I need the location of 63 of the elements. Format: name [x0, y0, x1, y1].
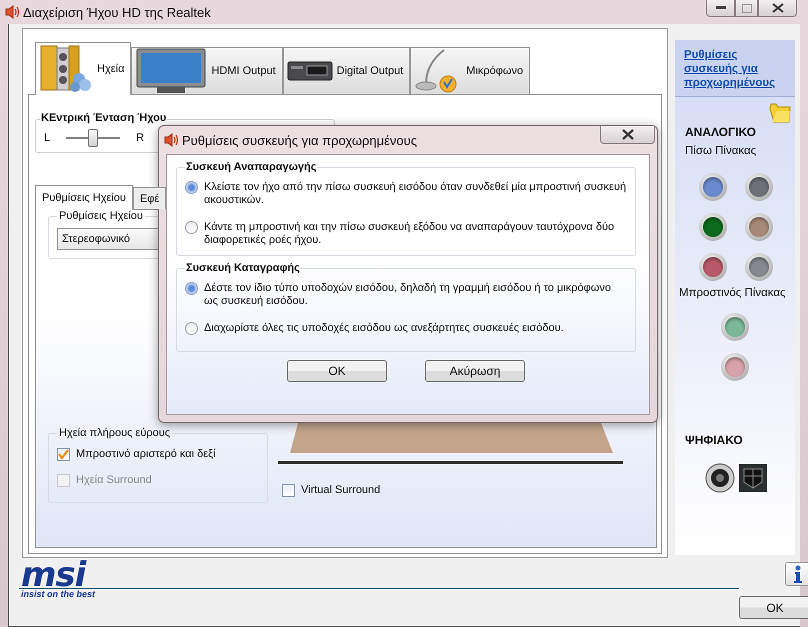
maximize-icon	[742, 4, 752, 12]
section-title: ΨΗΦΙΑΚΟ	[685, 433, 744, 447]
checkbox-label: Μπροστινό αριστερό και δεξί	[76, 448, 216, 460]
optical-port-icon[interactable]	[739, 464, 767, 492]
folder-icon[interactable]	[769, 103, 791, 123]
dialog-title: Ρυθμίσεις συσκευής για προχωρημένους	[182, 132, 418, 148]
radio-button[interactable]	[185, 221, 198, 234]
section-title: ΑΝΑΛΟΓΙΚΟ	[685, 125, 758, 139]
group-title: Συσκευή Καταγραφής	[185, 262, 301, 274]
audio-jack[interactable]	[745, 253, 773, 281]
speaker-icon	[163, 132, 179, 148]
close-button[interactable]	[758, 0, 797, 17]
audio-jack[interactable]	[721, 313, 749, 341]
speakers-icon	[39, 43, 93, 95]
dialog-button[interactable]: Ακύρωση	[425, 360, 525, 382]
option-label: Δέστε τον ίδιο τύπο υποδοχών εισόδου, δηλαδή τη γραμμή εισόδου ή το μικρόφωνο ως συσκευή εισόδου.	[204, 282, 612, 308]
group-title: Συσκευή Αναπαραγωγής	[185, 161, 318, 173]
left-label: L	[44, 132, 50, 144]
info-icon	[793, 565, 803, 583]
checkbox[interactable]	[57, 448, 70, 460]
section-label: Μπροστινός Πίνακας	[679, 287, 787, 299]
checkbox-label: Ηχεία Surround	[76, 474, 152, 486]
logo-tagline: insist on the best	[21, 589, 96, 599]
group-title: ΚΕντρική Ένταση Ήχου	[40, 112, 168, 124]
tab[interactable]: Μικρόφωνο	[410, 47, 530, 94]
minimize-button[interactable]	[706, 0, 735, 17]
ok-button[interactable]: OK	[739, 596, 808, 619]
audio-jack[interactable]	[699, 253, 727, 281]
tab[interactable]: HDMI Output	[131, 47, 283, 94]
dialog-button[interactable]: OK	[287, 360, 387, 382]
monitor-icon	[135, 47, 208, 95]
tab[interactable]: Digital Output	[282, 47, 410, 94]
audio-jack[interactable]	[699, 213, 727, 241]
coaxial-jack-icon[interactable]	[705, 463, 735, 493]
radio-button[interactable]	[185, 282, 198, 295]
group-title: Ρυθμίσεις Ηχείου	[58, 210, 144, 222]
window-title: Διαχείριση Ήχου HD της Realtek	[23, 4, 211, 20]
close-button[interactable]	[600, 126, 655, 144]
close-icon	[772, 3, 784, 13]
group-title: Ηχεία πλήρους εύρους	[58, 427, 172, 439]
radio-button[interactable]	[185, 322, 198, 335]
audio-jack[interactable]	[699, 173, 727, 201]
option-label: Κάντε τη μπροστινή και την πίσω συσκευή εξόδου να αναπαράγουν ταυτόχρονα δύο διαφορετικές ροές ήχου.	[204, 221, 616, 247]
audio-jack[interactable]	[721, 353, 749, 381]
receiver-icon	[286, 59, 333, 83]
tab[interactable]: Ηχεία	[35, 42, 132, 95]
right-label: R	[136, 132, 144, 144]
audio-jack[interactable]	[745, 173, 773, 201]
slider-thumb[interactable]	[88, 129, 98, 147]
audio-jack[interactable]	[745, 213, 773, 241]
tab[interactable]: Εφέ	[132, 187, 166, 209]
minimize-icon	[716, 6, 726, 10]
speaker-icon	[4, 4, 20, 20]
option-label: Διαχωρίστε όλες τις υποδοχές εισόδου ως ανεξάρτητες συσκευές εισόδου.	[204, 322, 564, 335]
radio-button[interactable]	[185, 181, 198, 194]
close-icon	[620, 129, 634, 140]
option-label: Κλείστε τον ήχο από την πίσω συσκευή εισόδου όταν συνδεθεί μία μπροστινή συσκευή ακουστικών.	[204, 181, 627, 207]
tab[interactable]: Ρυθμίσεις Ηχείου	[35, 185, 133, 210]
info-button[interactable]	[785, 562, 808, 586]
checkbox[interactable]	[282, 484, 295, 496]
checkbox-label: Virtual Surround	[301, 484, 380, 496]
section-label: Πίσω Πίνακας	[685, 145, 758, 157]
brand-logo: msi	[21, 562, 86, 588]
